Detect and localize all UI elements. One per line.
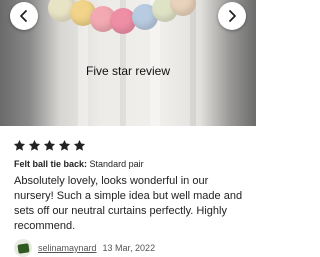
star-icon: [13, 139, 26, 151]
variant-value: Standard pair: [89, 159, 144, 169]
variant-line: Felt ball tie back: Standard pair: [14, 159, 144, 169]
review-text: Absolutely lovely, looks wonderful in ou…: [14, 175, 243, 232]
reviewer-username[interactable]: selinamaynard: [38, 243, 97, 253]
previous-photo-button[interactable]: [10, 2, 38, 30]
star-rating: [13, 139, 86, 152]
chevron-left-icon: [20, 10, 27, 22]
review-card: Felt ball tie back: Standard pair Absolu…: [0, 126, 256, 257]
star-icon: [43, 139, 56, 151]
review-date: 13 Mar, 2022: [102, 243, 156, 253]
next-photo-button[interactable]: [218, 2, 246, 30]
felt-ball-tieback: [48, 0, 198, 40]
reviewer-info: selinamaynard 13 Mar, 2022: [14, 239, 155, 257]
avatar-image: [16, 242, 30, 254]
star-icon: [73, 139, 86, 151]
star-icon: [28, 139, 41, 151]
star-icon: [58, 139, 71, 151]
avatar[interactable]: [14, 239, 32, 257]
chevron-right-icon: [229, 10, 236, 22]
variant-label: Felt ball tie back:: [14, 159, 88, 169]
photo-caption: Five star review: [85, 64, 171, 78]
